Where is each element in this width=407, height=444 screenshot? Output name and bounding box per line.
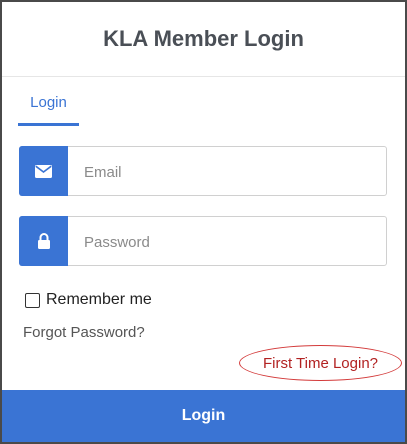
remember-me-checkbox[interactable] [25,292,40,308]
remember-me-label: Remember me [46,291,152,308]
email-input[interactable] [82,161,376,183]
page-title: KLA Member Login [2,2,405,77]
password-input[interactable] [82,231,376,253]
envelope-icon [19,146,68,196]
first-time-login-label: First Time Login? [262,354,379,372]
email-field-group [19,146,387,196]
login-button[interactable]: Login [2,390,405,442]
lock-icon [19,216,68,266]
forgot-password-link[interactable]: Forgot Password? [23,324,145,341]
first-time-login-link[interactable]: First Time Login? [239,345,402,381]
tab-login[interactable]: Login [18,94,79,126]
remember-me-control[interactable]: Remember me [25,291,152,309]
login-panel: KLA Member Login Login Remember me Forgo… [0,0,407,444]
password-field-group [19,216,387,266]
